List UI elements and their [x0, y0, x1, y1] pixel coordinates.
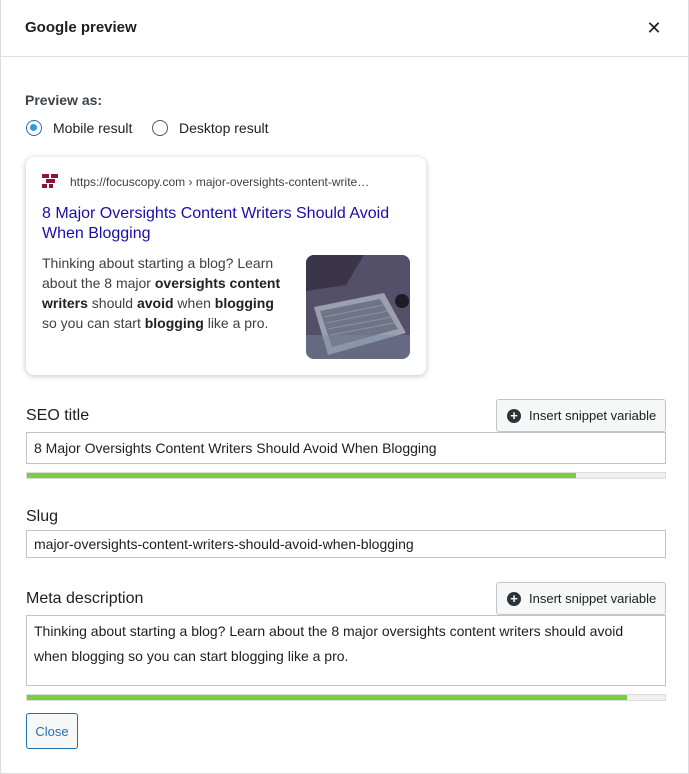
meta-description-progress-bar	[26, 694, 666, 701]
modal-header: Google preview ✕	[1, 0, 688, 57]
slug-input[interactable]: major-oversights-content-writers-should-…	[26, 530, 666, 558]
serp-description: Thinking about starting a blog? Learn ab…	[42, 253, 292, 333]
close-icon[interactable]: ✕	[642, 16, 666, 40]
description-text: like a pro.	[203, 315, 269, 331]
close-button[interactable]: Close	[26, 713, 78, 749]
radio-mobile-result[interactable]: Mobile result	[26, 120, 132, 136]
meta-description-label: Meta description	[26, 590, 144, 607]
seo-title-input[interactable]: 8 Major Oversights Content Writers Shoul…	[26, 432, 666, 464]
radio-label-desktop: Desktop result	[179, 120, 269, 136]
seo-title-progress-bar	[26, 472, 666, 479]
highlighted-keyword: blogging	[144, 315, 204, 331]
radio-button-unchecked[interactable]	[152, 120, 168, 136]
radio-button-checked[interactable]	[26, 120, 42, 136]
description-text: so you can start	[42, 315, 145, 331]
preview-as-label: Preview as:	[25, 92, 103, 108]
insert-snippet-variable-button[interactable]: + Insert snippet variable	[496, 399, 666, 432]
plus-circle-icon: +	[507, 591, 521, 606]
highlighted-keyword: avoid	[136, 295, 174, 311]
slug-label: Slug	[26, 508, 59, 525]
laptop-photo-icon	[306, 255, 410, 359]
serp-thumbnail-image	[306, 255, 410, 359]
serp-preview-card: https://focuscopy.com › major-oversights…	[26, 157, 426, 375]
radio-label-mobile: Mobile result	[53, 120, 133, 136]
highlighted-keyword: blogging	[214, 295, 274, 311]
plus-circle-icon: +	[507, 408, 521, 423]
radio-desktop-result[interactable]: Desktop result	[152, 120, 268, 136]
meta-description-progress-fill	[27, 695, 627, 700]
description-text: when	[173, 295, 215, 311]
meta-description-textarea[interactable]: Thinking about starting a blog? Learn ab…	[26, 615, 666, 686]
seo-title-progress-fill	[27, 473, 576, 478]
google-preview-modal: Google preview ✕ Preview as: Mobile resu…	[0, 0, 689, 774]
seo-title-label: SEO title	[26, 407, 90, 424]
modal-title: Google preview	[25, 19, 137, 36]
serp-title-link[interactable]: 8 Major Oversights Content Writers Shoul…	[42, 204, 412, 244]
insert-snippet-label: Insert snippet variable	[529, 591, 657, 606]
insert-snippet-label: Insert snippet variable	[529, 408, 657, 423]
insert-snippet-variable-button-meta[interactable]: + Insert snippet variable	[496, 582, 666, 615]
site-favicon-icon	[42, 174, 58, 188]
description-text: should	[87, 295, 137, 311]
serp-url: https://focuscopy.com › major-oversights…	[70, 175, 370, 189]
